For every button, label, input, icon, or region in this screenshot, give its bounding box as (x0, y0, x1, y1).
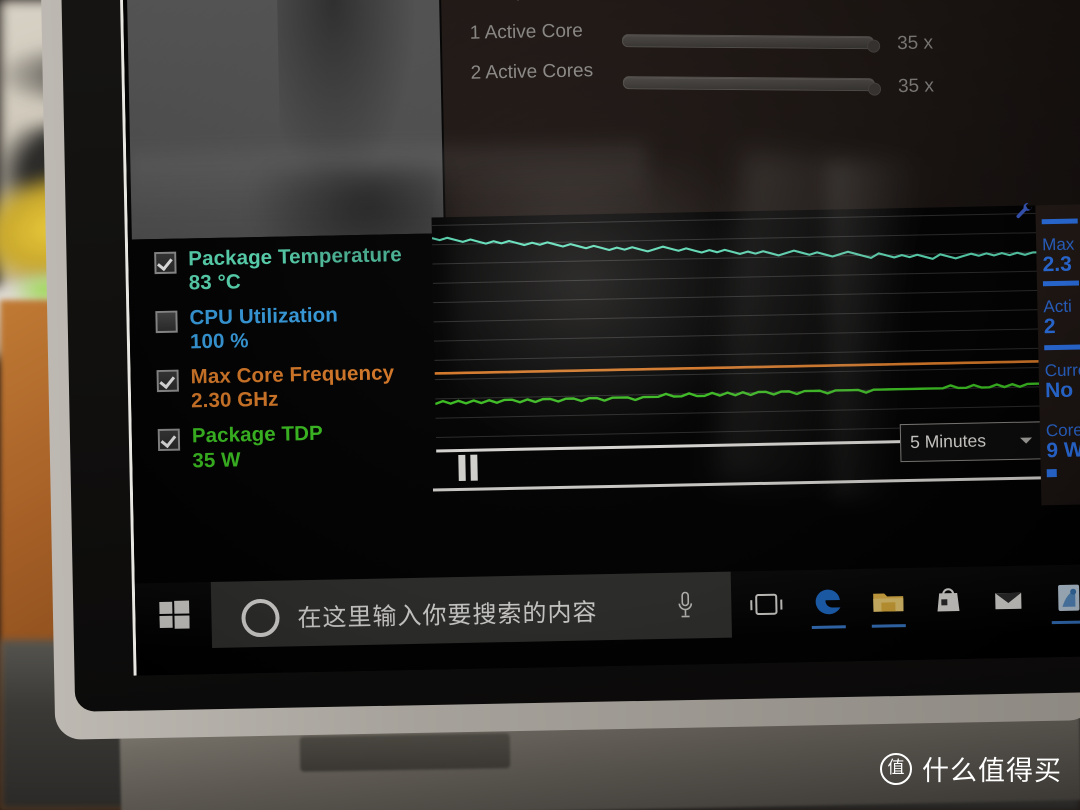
mail-icon[interactable] (987, 580, 1030, 621)
edge-icon[interactable] (807, 583, 850, 624)
xtu-application-window: Seconds Multipliers 1 Active Core 35 x 2… (121, 0, 1080, 584)
xtu-left-pane (125, 0, 444, 240)
start-button[interactable] (159, 600, 190, 630)
readout-value-1: 2 (1043, 315, 1056, 339)
chevron-down-icon (1020, 437, 1033, 444)
explorer-running-indicator (871, 624, 906, 628)
legend-item-package-temperature[interactable]: Package Temperature 83 °C (154, 243, 431, 297)
task-view-icon[interactable] (745, 584, 788, 625)
multipliers-title: Multipliers (469, 0, 569, 3)
windows-logo-icon (159, 600, 190, 629)
xtu-right-readout-panel: Max 2.3 Acti 2 Curre No Core 9 W (1035, 204, 1080, 506)
photo-of-laptop-screen: MacBook Pro Seconds Multipliers 1 Active… (0, 0, 1080, 810)
timescale-value: 5 Minutes (909, 430, 987, 452)
laptop-front-notch (299, 733, 511, 772)
wrench-icon[interactable] (1013, 201, 1035, 223)
legend-item-max-core-frequency[interactable]: Max Core Frequency 2.30 GHz (156, 362, 433, 415)
legend-checkbox-max-core-frequency[interactable] (156, 369, 179, 393)
legend-checkbox-cpu-utilization[interactable] (155, 310, 178, 334)
laptop-display: Seconds Multipliers 1 Active Core 35 x 2… (118, 0, 1080, 676)
legend-checkbox-package-tdp[interactable] (157, 428, 181, 452)
store-icon[interactable] (927, 581, 970, 622)
multiplier-row-label-1: 2 Active Cores (470, 60, 594, 84)
legend-item-cpu-utilization[interactable]: CPU Utilization 100 % (155, 303, 432, 356)
watermark-logo-icon: 值 (880, 752, 912, 785)
legend-value-package-tdp: 35 W (192, 447, 241, 472)
readout-value-0: 2.3 (1042, 252, 1073, 277)
monitoring-graph-region: Package Temperature 83 °C CPU Utilizatio… (131, 202, 1080, 584)
legend-item-package-tdp[interactable]: Package TDP 35 W (157, 421, 435, 474)
watermark: 值 什么值得买 (880, 749, 1062, 788)
explorer-icon[interactable] (867, 582, 910, 623)
timescale-dropdown[interactable]: 5 Minutes (899, 421, 1043, 463)
watermark-text: 什么值得买 (922, 756, 1062, 787)
taskbar-search-box[interactable]: 在这里输入你要搜索的内容 (210, 571, 733, 649)
taskbar-icon-strip (745, 571, 1080, 637)
multiplier-value-0: 35 x (896, 32, 934, 55)
microphone-icon[interactable] (677, 590, 694, 620)
legend-value-package-temperature: 83 °C (188, 270, 242, 295)
graph-bottom-divider (432, 475, 1073, 492)
multiplier-knob-1[interactable] (867, 82, 882, 96)
multipliers-pane: Seconds Multipliers 1 Active Core 35 x 2… (438, 0, 1080, 234)
readout-value-2: No (1044, 378, 1074, 403)
multiplier-slider-0[interactable] (621, 34, 875, 50)
photos-running-indicator (1051, 620, 1080, 625)
readout-value-3: 9 W (1046, 438, 1080, 463)
search-input-placeholder[interactable]: 在这里输入你要搜索的内容 (297, 592, 598, 633)
graph-svg (431, 212, 1044, 438)
photos-icon[interactable] (1047, 578, 1080, 619)
cortana-circle-icon[interactable] (241, 598, 280, 638)
edge-running-indicator (811, 625, 846, 629)
multiplier-knob-0[interactable] (867, 39, 881, 53)
multiplier-slider-1[interactable] (622, 76, 875, 92)
legend-value-max-core-frequency: 2.30 GHz (190, 388, 279, 413)
graph-legend: Package Temperature 83 °C CPU Utilizatio… (154, 243, 435, 486)
multiplier-row-label-0: 1 Active Core (469, 20, 584, 44)
graph-plot-area[interactable] (431, 202, 1045, 450)
pause-button[interactable] (458, 454, 483, 482)
multiplier-value-1: 35 x (897, 75, 935, 98)
legend-checkbox-package-temperature[interactable] (154, 251, 177, 275)
legend-value-cpu-utilization: 100 % (189, 329, 249, 354)
